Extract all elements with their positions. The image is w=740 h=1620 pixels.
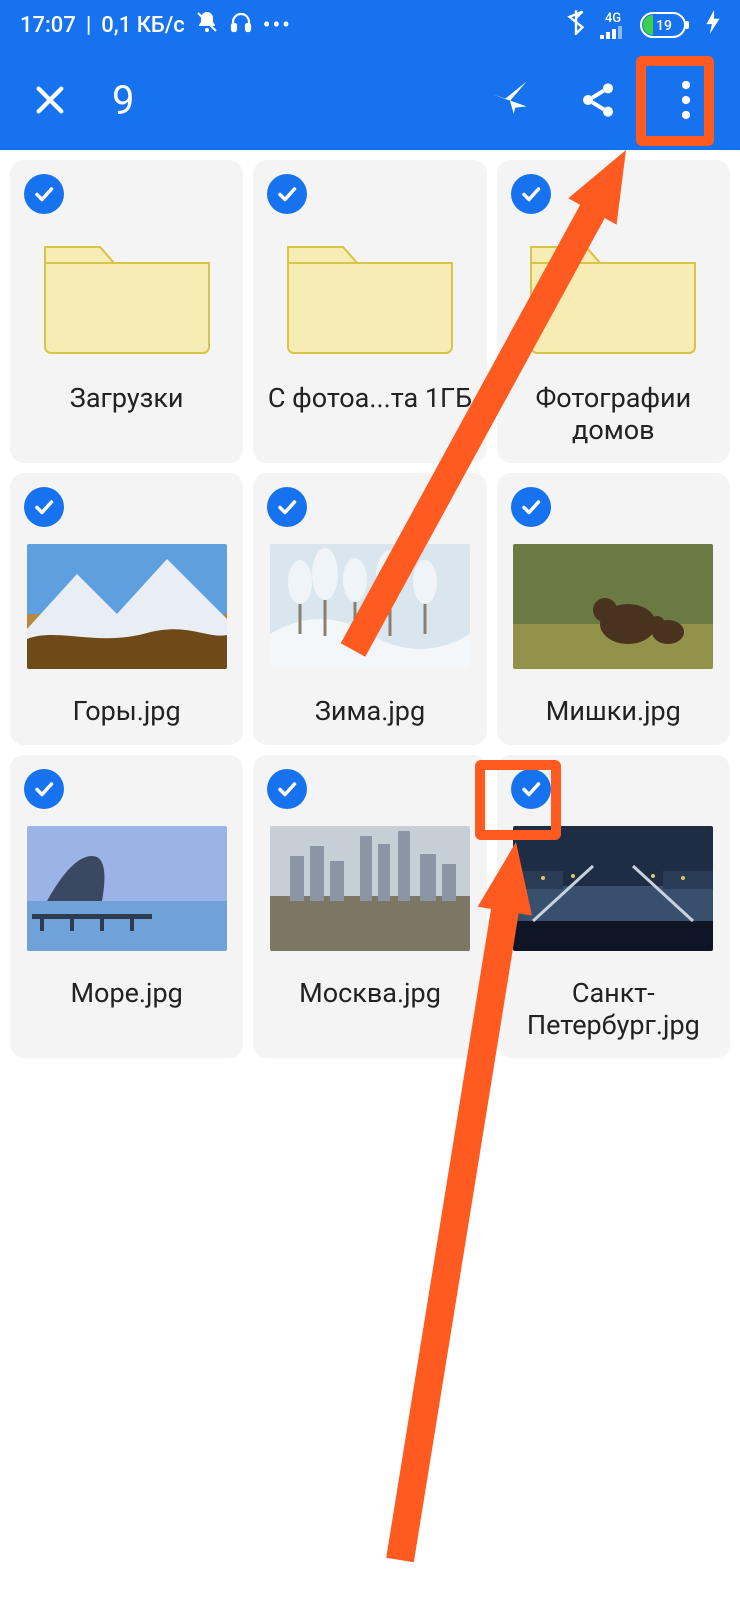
selection-check-icon[interactable] [24, 487, 64, 527]
file-name: Загрузки [66, 382, 188, 416]
folder-icon [27, 224, 227, 364]
file-name: Москва.jpg [295, 977, 445, 1011]
file-tile[interactable]: Зима.jpg [253, 473, 486, 745]
folder-tile[interactable]: Фотографии домов [497, 160, 730, 463]
photo-thumbnail [513, 537, 713, 677]
battery-icon: 19 [640, 12, 692, 38]
svg-text:19: 19 [656, 18, 672, 34]
selection-count: 9 [112, 77, 134, 124]
file-tile[interactable]: Санкт-Петербург.jpg [497, 755, 730, 1058]
photo-thumbnail [27, 819, 227, 959]
status-netrate: 0,1 КБ/с [101, 13, 184, 38]
folder-icon [513, 224, 713, 364]
headphones-icon [229, 10, 253, 40]
status-sep: | [86, 13, 91, 38]
selection-app-bar: 9 [0, 50, 740, 150]
more-menu-button[interactable] [662, 76, 710, 124]
status-time: 17:07 [20, 13, 76, 38]
file-tile[interactable]: Море.jpg [10, 755, 243, 1058]
folder-tile[interactable]: С фотоа...та 1ГБ [253, 160, 486, 463]
photo-thumbnail [270, 819, 470, 959]
selection-check-icon[interactable] [24, 769, 64, 809]
charging-bolt-icon [706, 10, 720, 40]
file-name: Мишки.jpg [542, 695, 685, 729]
file-grid: Загрузки С фотоа...та 1ГБ Фотографии домов… [0, 150, 740, 1058]
selection-check-icon[interactable] [511, 174, 551, 214]
status-bar: 17:07 | 0,1 КБ/с ••• 4G 19 [0, 0, 740, 50]
file-name: Горы.jpg [69, 695, 185, 729]
offline-button[interactable] [486, 76, 534, 124]
selection-check-icon[interactable] [24, 174, 64, 214]
share-button[interactable] [574, 76, 622, 124]
signal-4g-icon: 4G [600, 12, 626, 39]
status-ellipsis-icon: ••• [263, 13, 292, 38]
file-tile[interactable]: Мишки.jpg [497, 473, 730, 745]
file-name: С фотоа...та 1ГБ [264, 382, 476, 416]
file-name: Море.jpg [66, 977, 186, 1011]
file-name: Фотографии домов [505, 382, 722, 447]
selection-check-icon[interactable] [267, 769, 307, 809]
selection-check-icon[interactable] [267, 174, 307, 214]
folder-tile[interactable]: Загрузки [10, 160, 243, 463]
bluetooth-icon [566, 9, 586, 41]
photo-thumbnail [513, 819, 713, 959]
selection-check-icon[interactable] [267, 487, 307, 527]
photo-thumbnail [27, 537, 227, 677]
file-name: Санкт-Петербург.jpg [505, 977, 722, 1042]
photo-thumbnail [270, 537, 470, 677]
bell-off-icon [195, 10, 219, 40]
selection-check-icon[interactable] [511, 769, 551, 809]
file-name: Зима.jpg [311, 695, 429, 729]
file-tile[interactable]: Москва.jpg [253, 755, 486, 1058]
selection-check-icon[interactable] [511, 487, 551, 527]
file-tile[interactable]: Горы.jpg [10, 473, 243, 745]
close-selection-button[interactable] [30, 80, 70, 120]
folder-icon [270, 224, 470, 364]
